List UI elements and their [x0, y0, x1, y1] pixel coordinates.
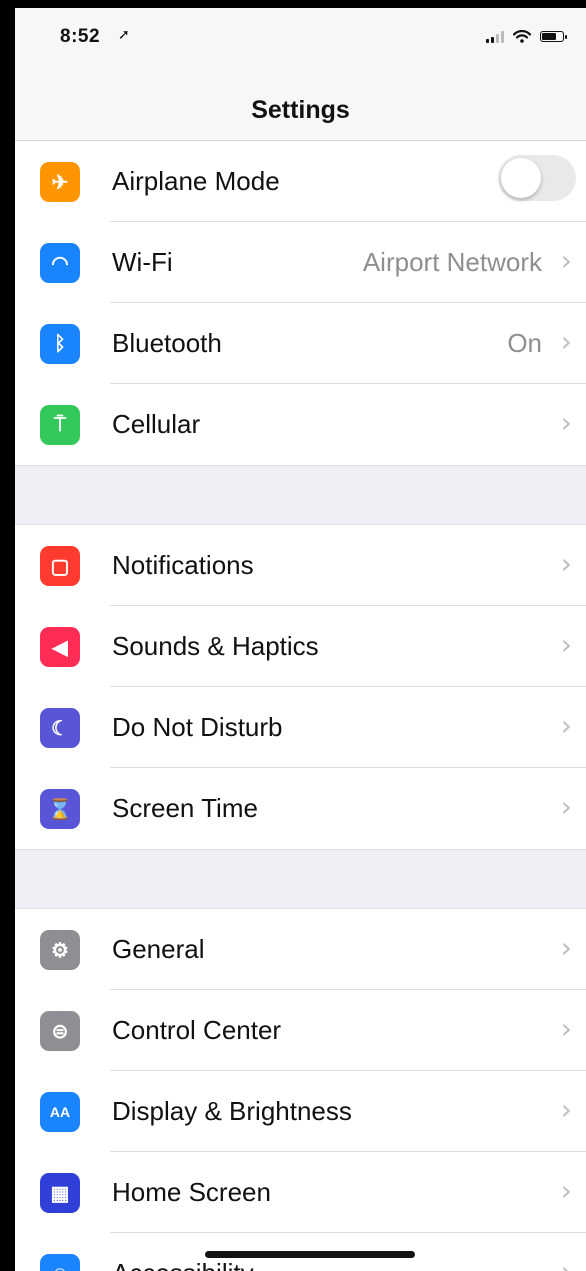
chevron-right-icon: ›	[560, 547, 572, 580]
settings-row-notifications[interactable]: ▢ Notifications ›	[15, 525, 586, 606]
settings-list: ✈ Airplane Mode ◠ Wi-Fi Airport Network › ᛒ Blu…	[15, 141, 586, 1271]
page-title: Settings	[251, 96, 350, 124]
row-label: Display & Brightness	[112, 1096, 352, 1126]
notification-icon: ▢	[40, 546, 80, 586]
row-label: General	[112, 934, 205, 964]
row-label: Accessibility	[112, 1258, 254, 1271]
row-label: Wi-Fi	[112, 247, 173, 277]
text-size-icon: AA	[40, 1092, 80, 1132]
settings-row-control-center[interactable]: ⊜ Control Center ›	[15, 990, 586, 1071]
cellular-signal-icon	[486, 30, 504, 43]
row-detail: On	[507, 328, 542, 358]
chevron-right-icon: ›	[560, 1174, 572, 1207]
chevron-right-icon: ›	[560, 628, 572, 661]
chevron-right-icon: ›	[560, 406, 572, 439]
settings-row-home-screen[interactable]: ▦ Home Screen ›	[15, 1152, 586, 1233]
row-label: Home Screen	[112, 1177, 271, 1207]
settings-row-screen-time[interactable]: ⌛ Screen Time ›	[15, 768, 586, 849]
chevron-right-icon: ›	[560, 1093, 572, 1126]
group-spacer	[15, 849, 586, 909]
airplane-icon: ✈	[40, 162, 80, 202]
settings-row-display-brightness[interactable]: AA Display & Brightness ›	[15, 1071, 586, 1152]
chevron-right-icon: ›	[560, 1012, 572, 1045]
settings-row-wifi[interactable]: ◠ Wi-Fi Airport Network ›	[15, 222, 586, 303]
chevron-right-icon: ›	[560, 325, 572, 358]
home-indicator[interactable]	[205, 1251, 415, 1258]
row-label: Do Not Disturb	[112, 712, 283, 742]
moon-icon: ☾	[40, 708, 80, 748]
hourglass-icon: ⌛	[40, 789, 80, 829]
navigation-bar: Settings	[15, 83, 586, 141]
status-time: 8:52	[60, 26, 101, 47]
row-label: Control Center	[112, 1015, 282, 1045]
status-bar: 8:52 ➚	[15, 8, 586, 83]
chevron-right-icon: ›	[560, 931, 572, 964]
settings-row-bluetooth[interactable]: ᛒ Bluetooth On ›	[15, 303, 586, 384]
settings-row-general[interactable]: ⚙ General ›	[15, 909, 586, 990]
settings-screen: 8:52 ➚ Settings ✈ Airplane Mode ◠ Wi-Fi Airp…	[15, 8, 586, 1271]
row-label: Notifications	[112, 550, 254, 580]
antenna-icon: ⍑	[40, 405, 80, 445]
settings-group: ✈ Airplane Mode ◠ Wi-Fi Airport Network › ᛒ Blu…	[15, 141, 586, 465]
row-label: Bluetooth	[112, 328, 222, 358]
location-arrow-icon: ➚	[118, 26, 130, 42]
bluetooth-icon: ᛒ	[40, 324, 80, 364]
gear-icon: ⚙	[40, 930, 80, 970]
row-detail: Airport Network	[362, 247, 542, 277]
row-label: Airplane Mode	[112, 166, 280, 196]
accessibility-icon: ☺	[40, 1254, 80, 1271]
group-spacer	[15, 465, 586, 525]
row-label: Cellular	[112, 409, 201, 439]
airplane-mode-toggle[interactable]	[498, 155, 576, 201]
settings-group: ⚙ General › ⊜ Control Center › AA Display & Bri…	[15, 909, 586, 1271]
chevron-right-icon: ›	[561, 1255, 572, 1271]
wifi-icon: ◠	[40, 243, 80, 283]
chevron-right-icon: ›	[560, 709, 572, 742]
chevron-right-icon: ›	[560, 244, 572, 277]
wifi-signal-icon	[513, 30, 531, 43]
chevron-right-icon: ›	[560, 790, 572, 823]
row-label: Sounds & Haptics	[112, 631, 319, 661]
settings-row-do-not-disturb[interactable]: ☾ Do Not Disturb ›	[15, 687, 586, 768]
status-icons	[486, 30, 567, 43]
settings-row-cellular[interactable]: ⍑ Cellular ›	[15, 384, 586, 465]
row-label: Screen Time	[112, 793, 258, 823]
toggle-knob	[501, 158, 541, 198]
speaker-icon: ◀	[40, 627, 80, 667]
app-grid-icon: ▦	[40, 1173, 80, 1213]
settings-row-sounds-haptics[interactable]: ◀ Sounds & Haptics ›	[15, 606, 586, 687]
switches-icon: ⊜	[40, 1011, 80, 1051]
settings-group: ▢ Notifications › ◀ Sounds & Haptics › ☾ Do Not…	[15, 525, 586, 849]
settings-row-airplane-mode[interactable]: ✈ Airplane Mode	[15, 141, 586, 222]
battery-icon	[540, 31, 567, 42]
